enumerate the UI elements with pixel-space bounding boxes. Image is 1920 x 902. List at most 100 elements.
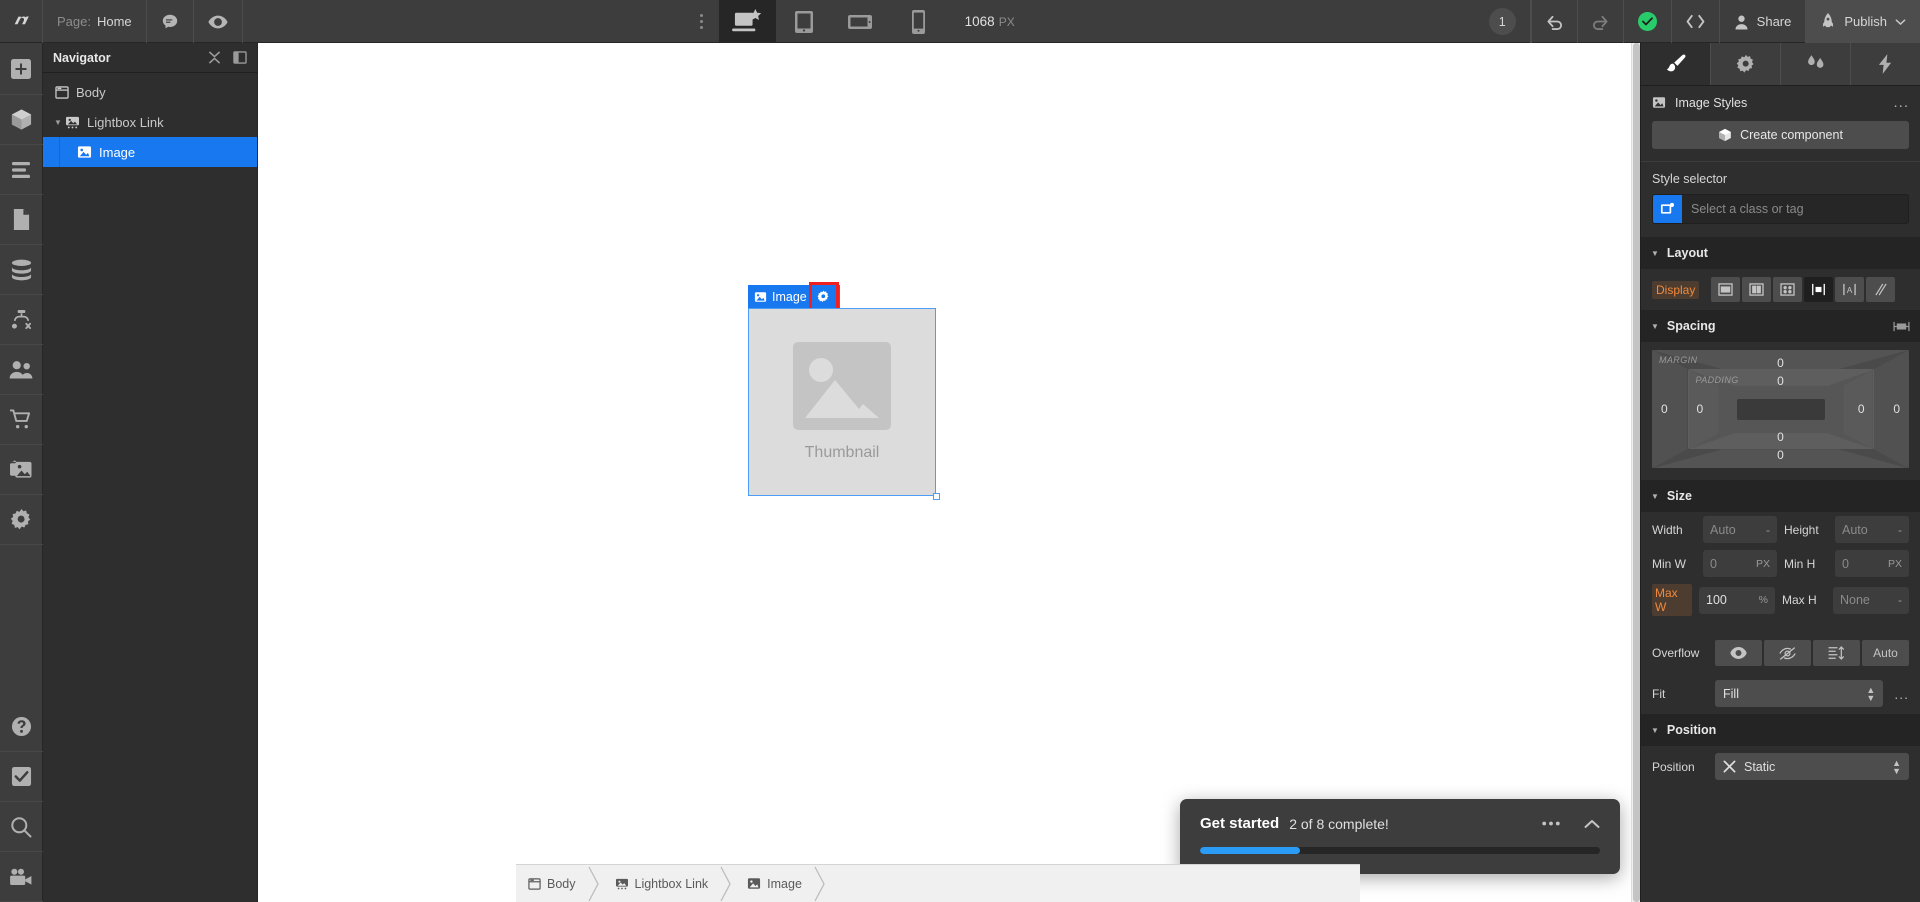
- ecommerce-cart-icon[interactable]: [0, 395, 43, 445]
- height-input[interactable]: Auto -: [1835, 516, 1909, 543]
- gear-icon: [1736, 54, 1754, 73]
- breadcrumb-item-body[interactable]: Body: [516, 865, 587, 902]
- canvas-scrollbar-vertical[interactable]: [1631, 43, 1640, 902]
- lightbox-icon: [615, 878, 629, 890]
- size-row-width-height: Width Auto - Height Auto -: [1652, 516, 1909, 543]
- display-inline-block-icon[interactable]: [1804, 277, 1834, 302]
- webflow-logo-icon[interactable]: [0, 0, 43, 43]
- notification-badge[interactable]: 1: [1475, 0, 1531, 43]
- max-height-input[interactable]: None -: [1833, 586, 1909, 614]
- design-canvas[interactable]: Image Thumbnail Get started 2 of 8 compl…: [258, 43, 1640, 902]
- device-tablet-landscape[interactable]: [833, 0, 890, 43]
- users-icon[interactable]: [0, 345, 43, 395]
- status-check-icon[interactable]: [1622, 0, 1671, 43]
- left-toolbar: [0, 43, 43, 902]
- min-width-label: Min W: [1652, 556, 1686, 571]
- nav-item-lightbox-link[interactable]: ▼ Lightbox Link: [43, 107, 257, 137]
- horizontal-dots-icon[interactable]: [1542, 821, 1560, 826]
- margin-right-value[interactable]: 0: [1893, 402, 1900, 416]
- spacing-link-icon[interactable]: [1893, 320, 1910, 333]
- device-desktop[interactable]: [718, 0, 776, 43]
- tab-style[interactable]: [1641, 43, 1711, 85]
- fit-more-dots-icon[interactable]: ...: [1890, 686, 1909, 702]
- chevron-down-icon[interactable]: ▼: [51, 118, 65, 127]
- stepper-arrows-icon: ▲ ▼: [1866, 684, 1876, 703]
- cms-database-icon[interactable]: [0, 245, 43, 295]
- undo-icon[interactable]: [1530, 0, 1577, 43]
- display-flex-icon[interactable]: [1742, 277, 1772, 302]
- collapse-icon[interactable]: [208, 51, 221, 64]
- display-label[interactable]: Display: [1652, 280, 1700, 299]
- style-selector-input[interactable]: Select a class or tag: [1652, 194, 1909, 224]
- display-none-icon[interactable]: [1866, 277, 1896, 302]
- image-placeholder[interactable]: Thumbnail: [749, 309, 935, 495]
- help-question-icon[interactable]: [0, 702, 43, 752]
- add-elements-plus-icon[interactable]: [0, 43, 43, 95]
- resize-handle-bottom-right[interactable]: [933, 493, 940, 500]
- overflow-scroll-icon[interactable]: [1813, 640, 1860, 666]
- nav-item-image[interactable]: Image: [43, 137, 257, 167]
- max-width-input[interactable]: 100 %: [1699, 586, 1775, 614]
- components-cube-icon[interactable]: [0, 95, 43, 145]
- margin-left-value[interactable]: 0: [1661, 402, 1668, 416]
- max-width-label[interactable]: Max W: [1652, 584, 1692, 616]
- size-section-header[interactable]: ▼ Size: [1641, 480, 1920, 512]
- breadcrumb-item-image[interactable]: Image: [733, 865, 813, 902]
- display-inline-icon[interactable]: A: [1835, 277, 1865, 302]
- tab-effects[interactable]: [1851, 43, 1920, 85]
- viewport-size-indicator[interactable]: 1068 PX: [947, 0, 1033, 43]
- pages-page-icon[interactable]: [0, 195, 43, 245]
- position-select[interactable]: Static ▲ ▼: [1715, 753, 1909, 780]
- chevron-up-icon[interactable]: [1584, 819, 1600, 829]
- panel-dock-icon[interactable]: [233, 51, 247, 64]
- navigator-layers-icon[interactable]: [0, 145, 43, 195]
- overflow-options: Auto: [1715, 640, 1909, 666]
- position-section-header[interactable]: ▼ Position: [1641, 714, 1920, 746]
- element-settings-gear-icon[interactable]: [808, 282, 839, 311]
- overflow-hidden-eye-off-icon[interactable]: [1764, 640, 1811, 666]
- video-camera-icon[interactable]: [0, 852, 43, 902]
- settings-gear-icon[interactable]: [0, 495, 43, 545]
- min-width-input[interactable]: 0 PX: [1703, 550, 1777, 577]
- min-height-input[interactable]: 0 PX: [1835, 550, 1909, 577]
- tab-interactions[interactable]: [1781, 43, 1851, 85]
- tab-settings[interactable]: [1711, 43, 1781, 85]
- width-input[interactable]: Auto -: [1703, 516, 1777, 543]
- assets-images-icon[interactable]: [0, 445, 43, 495]
- horizontal-dots-icon[interactable]: ...: [1893, 94, 1909, 111]
- style-panel-tabs: [1641, 43, 1920, 86]
- redo-icon[interactable]: [1576, 0, 1623, 43]
- device-tablet[interactable]: [776, 0, 833, 43]
- padding-left-value[interactable]: 0: [1697, 402, 1704, 416]
- comment-icon[interactable]: [147, 0, 194, 43]
- navigator-tree: Body ▼ Lightbox Link Image: [43, 73, 257, 167]
- page-selector[interactable]: Page: Home: [43, 0, 147, 43]
- share-button[interactable]: Share: [1718, 0, 1806, 43]
- device-mobile[interactable]: [890, 0, 947, 43]
- create-component-button[interactable]: Create component: [1652, 121, 1909, 149]
- breadcrumb-item-lightbox-link[interactable]: Lightbox Link: [601, 865, 720, 902]
- margin-bottom-value[interactable]: 0: [1777, 448, 1784, 462]
- display-block-icon[interactable]: [1711, 277, 1741, 302]
- padding-right-value[interactable]: 0: [1858, 402, 1865, 416]
- padding-top-value[interactable]: 0: [1777, 374, 1784, 388]
- fit-select[interactable]: Fill ▲ ▼: [1715, 680, 1884, 707]
- padding-bottom-value[interactable]: 0: [1777, 430, 1784, 444]
- overflow-visible-eye-icon[interactable]: [1715, 640, 1762, 666]
- layout-section-header[interactable]: ▼ Layout: [1641, 237, 1920, 269]
- vertical-dots-icon[interactable]: [685, 0, 719, 43]
- selected-image-element[interactable]: Image Thumbnail: [748, 282, 940, 500]
- audit-checkmark-icon[interactable]: [0, 752, 43, 802]
- margin-top-value[interactable]: 0: [1777, 356, 1784, 370]
- logic-flow-icon[interactable]: [0, 295, 43, 345]
- code-brackets-icon[interactable]: [1670, 0, 1719, 43]
- search-magnifier-icon[interactable]: [0, 802, 43, 852]
- preview-eye-icon[interactable]: [194, 0, 243, 43]
- get-started-toast[interactable]: Get started 2 of 8 complete!: [1180, 799, 1620, 874]
- spacing-section-header[interactable]: ▼ Spacing: [1641, 310, 1920, 342]
- overflow-auto-button[interactable]: Auto: [1862, 640, 1909, 666]
- stepper-arrows-icon: ▲ ▼: [1892, 757, 1901, 776]
- publish-button[interactable]: Publish: [1805, 0, 1920, 43]
- nav-item-body[interactable]: Body: [43, 77, 257, 107]
- display-grid-icon[interactable]: [1773, 277, 1803, 302]
